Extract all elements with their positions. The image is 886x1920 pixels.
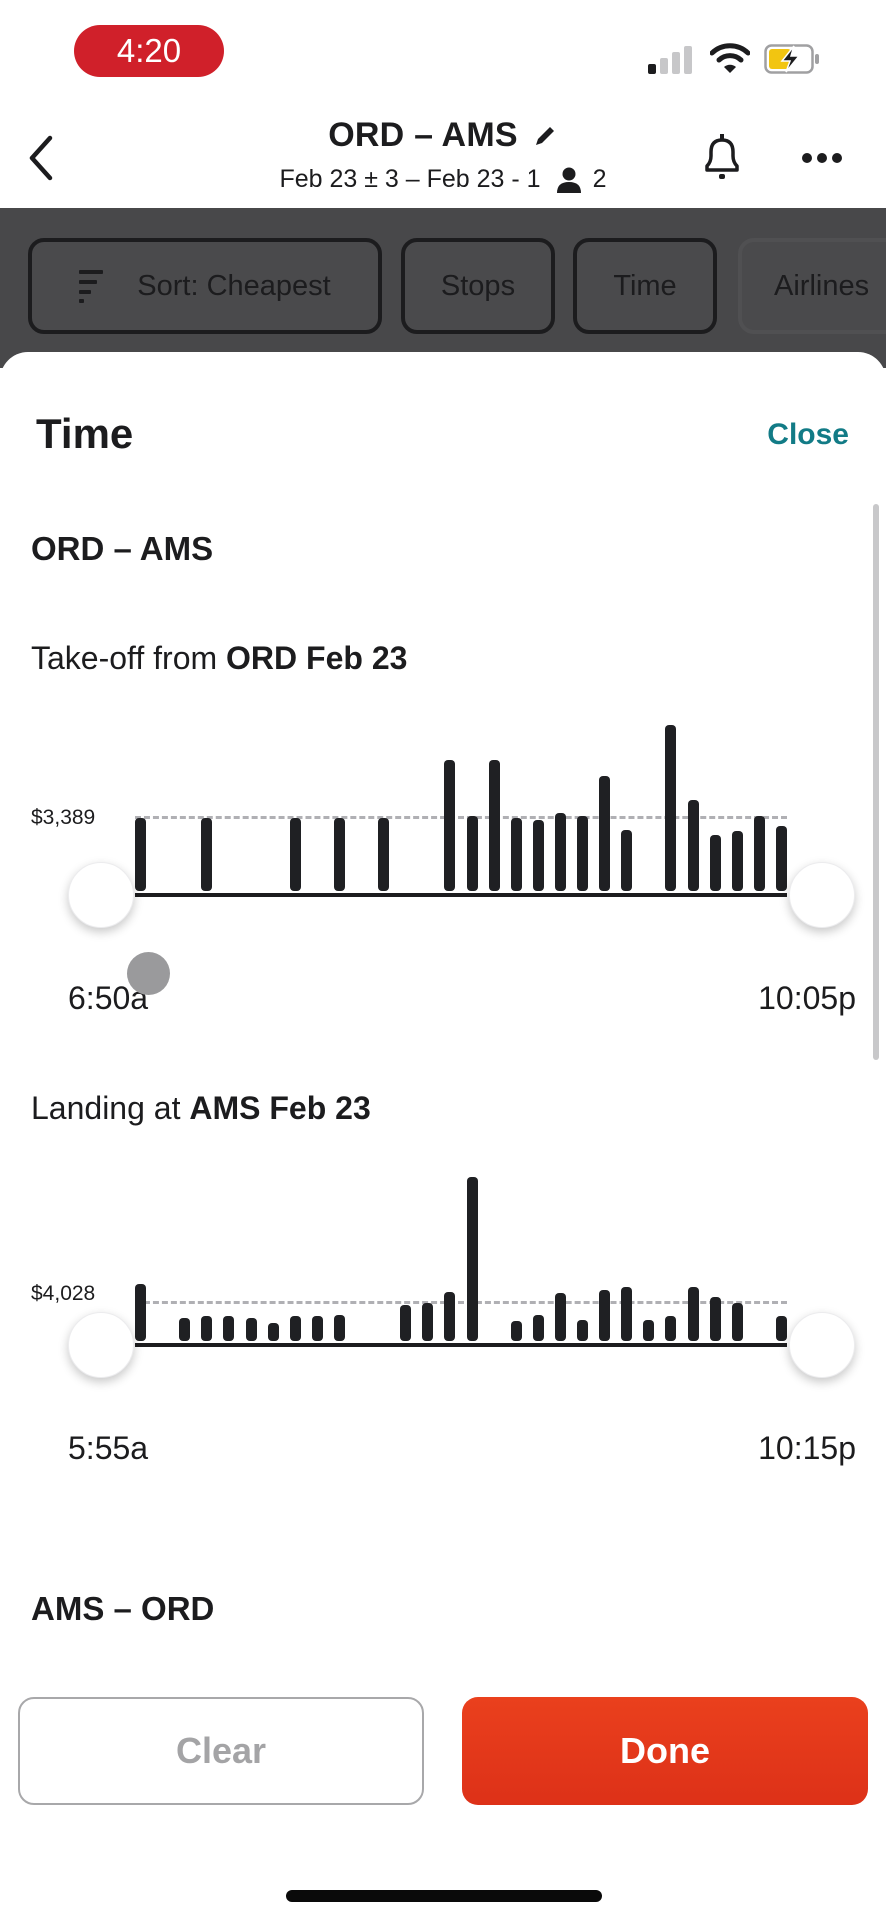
person-icon	[556, 167, 581, 193]
landing-time-histogram: $4,028 5:55a 10:15p	[0, 1150, 886, 1470]
landing-histogram-bar	[267, 1322, 279, 1341]
landing-histogram-bar	[466, 1177, 478, 1341]
takeoff-start-handle[interactable]	[68, 862, 134, 928]
cellular-signal-icon	[648, 44, 692, 74]
status-time: 4:20	[74, 25, 224, 77]
takeoff-histogram-bar	[621, 829, 633, 891]
takeoff-end-handle[interactable]	[789, 862, 855, 928]
takeoff-histogram-bar	[532, 819, 544, 891]
landing-range-end: 10:15p	[758, 1430, 856, 1466]
outbound-heading: ORD – AMS	[31, 530, 214, 567]
passenger-count: 2	[555, 165, 607, 194]
landing-histogram-bar	[333, 1314, 345, 1341]
takeoff-label: Take-off from ORD Feb 23	[31, 640, 407, 677]
landing-histogram-bar	[201, 1316, 213, 1341]
landing-histogram-bar	[554, 1293, 566, 1341]
landing-price-label: $4,028	[31, 1282, 96, 1305]
landing-range-start: 5:55a	[68, 1430, 149, 1466]
takeoff-range-end: 10:05p	[758, 980, 856, 1016]
search-header: ORD – AMS Feb 23 ± 3 – Feb 23 - 1 2	[0, 100, 886, 208]
takeoff-histogram-bar	[753, 816, 765, 891]
landing-histogram-bar	[510, 1321, 522, 1341]
landing-histogram-bar	[687, 1286, 699, 1341]
landing-histogram-bar	[179, 1318, 191, 1341]
takeoff-histogram-bar	[135, 817, 146, 891]
takeoff-histogram-bar	[466, 816, 478, 891]
takeoff-histogram-bar	[201, 817, 213, 891]
route-title[interactable]: ORD – AMS	[328, 116, 557, 155]
landing-histogram-bar	[643, 1319, 655, 1341]
takeoff-histogram-bar	[510, 817, 522, 891]
landing-histogram-bar	[532, 1314, 544, 1341]
sort-chip-label: Sort: Cheapest	[137, 269, 331, 302]
takeoff-histogram-bar	[444, 759, 456, 891]
more-dots-icon[interactable]	[800, 148, 844, 168]
landing-histogram-bar	[444, 1291, 456, 1341]
takeoff-histogram-bar	[665, 725, 677, 891]
sort-lines-icon	[79, 270, 104, 303]
landing-histogram-bar	[665, 1316, 677, 1341]
wifi-icon	[710, 43, 750, 73]
landing-histogram-bar	[621, 1286, 633, 1341]
landing-label-prefix: Landing at	[31, 1090, 190, 1126]
route-summary[interactable]: ORD – AMS Feb 23 ± 3 – Feb 23 - 1 2	[0, 116, 886, 194]
landing-histogram-bar	[709, 1296, 721, 1341]
trip-dates-text: Feb 23 ± 3 – Feb 23 - 1	[279, 165, 541, 193]
time-filter-sheet: Time Close	[0, 352, 886, 1920]
landing-histogram-bar	[577, 1319, 589, 1341]
route-title-text: ORD – AMS	[328, 116, 518, 154]
battery-charging-icon	[764, 44, 819, 74]
landing-slider-track[interactable]	[135, 1343, 787, 1347]
landing-histogram-bar	[731, 1303, 743, 1341]
takeoff-slider-track[interactable]	[135, 893, 787, 897]
takeoff-histogram-bar	[554, 812, 566, 891]
takeoff-histogram-bar	[687, 799, 699, 891]
touch-indicator	[127, 952, 170, 995]
takeoff-histogram-bar	[577, 816, 589, 891]
landing-start-handle[interactable]	[68, 1312, 134, 1378]
airlines-chip-label: Airlines	[774, 269, 870, 302]
stops-chip[interactable]: Stops	[401, 238, 555, 334]
edit-pencil-icon[interactable]	[532, 123, 558, 149]
landing-label-bold: AMS Feb 23	[189, 1090, 371, 1126]
time-chip[interactable]: Time	[573, 238, 717, 334]
takeoff-histogram-bar	[776, 826, 787, 891]
landing-histogram-bar	[223, 1316, 235, 1341]
landing-histogram-bar	[400, 1304, 412, 1341]
landing-histogram-bar	[599, 1290, 611, 1341]
status-bar: 4:20	[0, 0, 886, 100]
landing-histogram-bar	[422, 1303, 434, 1341]
return-heading: AMS – ORD	[31, 1590, 215, 1627]
takeoff-histogram-bar	[709, 834, 721, 891]
landing-histogram-bar	[245, 1318, 257, 1341]
takeoff-histogram-bar	[599, 776, 611, 891]
time-chip-label: Time	[613, 269, 677, 302]
takeoff-label-bold: ORD Feb 23	[226, 640, 408, 676]
takeoff-histogram-bar	[731, 831, 743, 891]
clear-button[interactable]: Clear	[18, 1697, 424, 1805]
landing-histogram-bar	[289, 1316, 301, 1341]
takeoff-histogram-bar	[488, 759, 500, 891]
takeoff-histogram-bar	[289, 817, 301, 891]
landing-histogram-bar	[311, 1316, 323, 1341]
takeoff-label-prefix: Take-off from	[31, 640, 227, 676]
takeoff-histogram-bar	[378, 817, 390, 891]
sheet-title: Time	[36, 410, 134, 457]
trip-dates: Feb 23 ± 3 – Feb 23 - 1 2	[279, 165, 606, 194]
landing-histogram-bar	[135, 1283, 146, 1341]
stops-chip-label: Stops	[440, 269, 516, 302]
sort-chip[interactable]: Sort: Cheapest	[28, 238, 382, 334]
landing-end-handle[interactable]	[789, 1312, 855, 1378]
takeoff-price-label: $3,389	[31, 806, 96, 829]
takeoff-histogram-bar	[333, 817, 345, 891]
landing-label: Landing at AMS Feb 23	[31, 1090, 371, 1127]
bell-icon[interactable]	[700, 132, 744, 184]
passenger-count-text: 2	[592, 165, 607, 193]
landing-histogram-bar	[776, 1316, 787, 1341]
filter-bar: Sort: Cheapest Stops Time Airlines	[0, 208, 886, 368]
airlines-chip[interactable]: Airlines	[738, 238, 886, 334]
close-button[interactable]: Close	[767, 418, 849, 452]
done-button[interactable]: Done	[462, 1697, 868, 1805]
home-indicator	[286, 1890, 602, 1902]
